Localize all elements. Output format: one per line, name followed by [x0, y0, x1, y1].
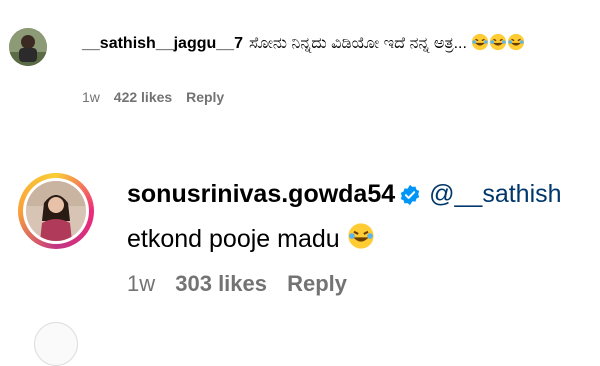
story-ring[interactable] — [18, 173, 94, 249]
comment-meta: 1w 303 likes Reply — [127, 271, 361, 297]
laugh-emoji-icon — [471, 33, 489, 51]
comment-body: etkond pooje madu — [127, 225, 340, 253]
avatar-photo — [9, 28, 47, 66]
comment-text: __sathish__jaggu__7 ಸೋನು ನಿನ್ನದು ವಿಡಿಯೋ ಇ… — [82, 32, 582, 56]
avatar-photo — [26, 181, 86, 241]
comment-time[interactable]: 1w — [82, 89, 100, 105]
comment-username[interactable]: __sathish__jaggu__7 — [82, 35, 243, 52]
comment-username[interactable]: sonusrinivas.gowda54 — [127, 180, 395, 208]
comment-text: etkond pooje madu — [127, 222, 375, 254]
verified-badge-icon — [399, 184, 421, 206]
comment-body: ಸೋನು ನಿನ್ನದು ವಿಡಿಯೋ ಇದೆ ನನ್ನ ಅತ್ರ... — [248, 35, 467, 52]
comment-likes[interactable]: 303 likes — [175, 271, 267, 296]
comment-header: sonusrinivas.gowda54 @__sathish — [127, 180, 562, 209]
reply-button[interactable]: Reply — [186, 89, 224, 105]
comment-time[interactable]: 1w — [127, 271, 155, 296]
mention-link[interactable]: @__sathish — [429, 180, 561, 208]
comment-meta: 1w 422 likes Reply — [82, 89, 234, 105]
avatar[interactable] — [9, 28, 47, 66]
laugh-emoji-icon — [489, 33, 507, 51]
laugh-emoji-icon — [347, 222, 375, 250]
laugh-emoji-icon — [507, 33, 525, 51]
comment-likes[interactable]: 422 likes — [114, 89, 172, 105]
avatar[interactable] — [34, 322, 78, 366]
avatar — [23, 178, 89, 244]
reply-button[interactable]: Reply — [287, 271, 347, 296]
